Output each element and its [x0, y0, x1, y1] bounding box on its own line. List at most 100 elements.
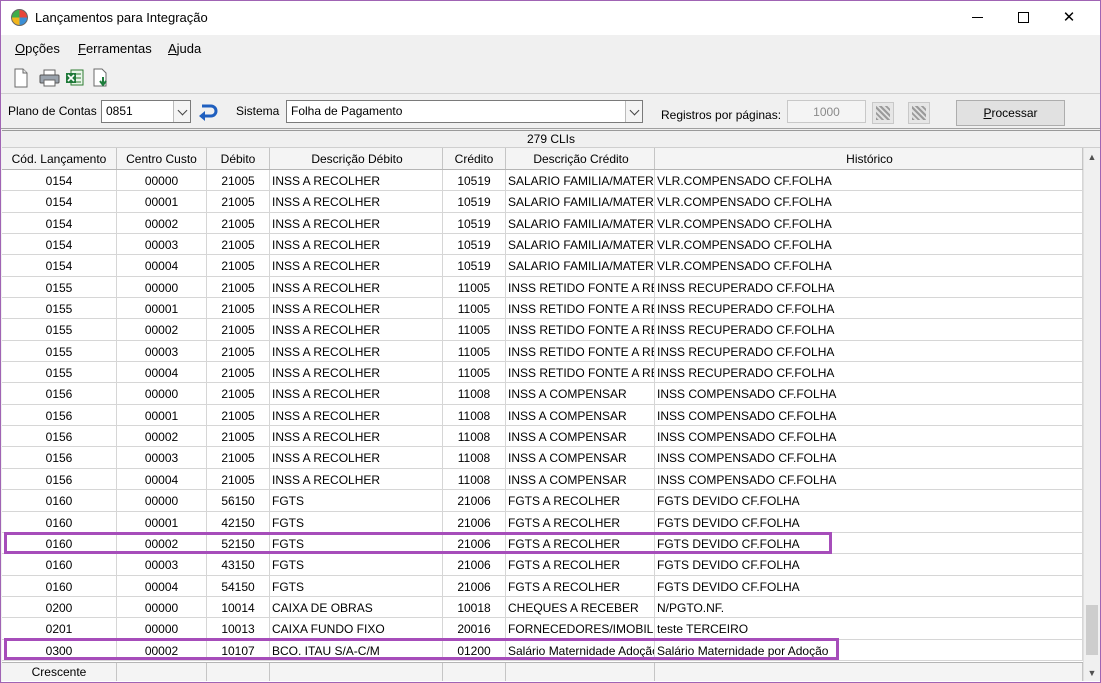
table-row[interactable]: 0156 00003 21005 INSS A RECOLHER 11008 INSS A… [2, 447, 1083, 469]
cell-cod-lancamento: 0155 [2, 340, 117, 362]
footer-cell [270, 663, 443, 681]
table-row[interactable]: 0155 00002 21005 INSS A RECOLHER 11005 INSS R… [2, 319, 1083, 341]
menu-ajuda-mnemonic: A [168, 41, 177, 56]
grid-pattern-icon-2[interactable] [908, 102, 930, 124]
cell-descricao-credito: SALARIO FAMILIA/MATERI [506, 191, 655, 212]
cell-debito: 21005 [207, 383, 270, 404]
grid-pattern-icon[interactable] [872, 102, 894, 124]
cell-historico: FGTS DEVIDO CF.FOLHA [655, 490, 1083, 511]
table-row[interactable]: 0160 00004 54150 FGTS 21006 FGTS A RECOLHER FG… [2, 575, 1083, 597]
sistema-select[interactable]: Folha de Pagamento [286, 100, 643, 123]
minimize-button[interactable] [954, 1, 1000, 33]
table-row[interactable]: 0154 00002 21005 INSS A RECOLHER 10519 SALARI… [2, 212, 1083, 235]
cell-centro-custo: 00000 [117, 276, 207, 298]
cell-credito: 11008 [443, 404, 506, 426]
cell-descricao-debito: INSS A RECOLHER [270, 468, 443, 490]
cell-cod-lancamento: 0156 [2, 383, 117, 404]
table-row[interactable]: 0201 00000 10013 CAIXA FUNDO FIXO 20016 FORNE… [2, 618, 1083, 640]
maximize-icon [1017, 11, 1029, 23]
menu-ferramentas[interactable]: Ferramentas [78, 41, 152, 56]
download-icon[interactable] [92, 68, 110, 88]
table-row[interactable]: 0154 00004 21005 INSS A RECOLHER 10519 SALARI… [2, 255, 1083, 277]
cell-descricao-debito: INSS A RECOLHER [270, 298, 443, 319]
table-row[interactable]: 0156 00000 21005 INSS A RECOLHER 11008 INSS A… [2, 383, 1083, 405]
table-row[interactable]: 0156 00002 21005 INSS A RECOLHER 11008 INSS A… [2, 426, 1083, 448]
table-row[interactable]: 0200 00000 10014 CAIXA DE OBRAS 10018 CHEQUES… [2, 596, 1083, 619]
table-row[interactable]: 0155 00003 21005 INSS A RECOLHER 11005 INSS R… [2, 340, 1083, 363]
cell-credito: 21006 [443, 575, 506, 596]
scroll-down-icon[interactable]: ▼ [1084, 664, 1100, 681]
cell-cod-lancamento: 0155 [2, 319, 117, 340]
scroll-thumb[interactable] [1086, 605, 1098, 655]
cell-centro-custo: 00004 [117, 255, 207, 276]
table-row[interactable]: 0300 00002 10107 BCO. ITAU S/A-C/M 01200 Salá… [2, 639, 1083, 661]
registros-input[interactable]: 1000 [787, 100, 866, 123]
column-header[interactable]: Centro Custo [117, 148, 207, 169]
table-row[interactable]: 0155 00000 21005 INSS A RECOLHER 11005 INSS R… [2, 276, 1083, 299]
export-excel-icon[interactable] [65, 68, 85, 88]
sistema-label: Sistema [236, 104, 280, 118]
menu-ajuda[interactable]: Ajuda [168, 41, 201, 56]
column-header[interactable]: Débito [207, 148, 270, 169]
column-header[interactable]: Crédito [443, 148, 506, 169]
cell-cod-lancamento: 0156 [2, 447, 117, 468]
cell-debito: 54150 [207, 575, 270, 596]
table-row[interactable]: 0154 00003 21005 INSS A RECOLHER 10519 SALARI… [2, 234, 1083, 256]
cell-centro-custo: 00003 [117, 340, 207, 362]
scroll-up-icon[interactable]: ▲ [1084, 148, 1100, 165]
cell-cod-lancamento: 0156 [2, 468, 117, 490]
print-icon[interactable] [39, 68, 61, 88]
menu-bar: Opções Ferramentas Ajuda [1, 35, 1100, 63]
column-header[interactable]: Cód. Lançamento [2, 148, 117, 169]
cell-cod-lancamento: 0160 [2, 575, 117, 596]
table-row[interactable]: 0155 00004 21005 INSS A RECOLHER 11005 INSS R… [2, 362, 1083, 384]
table-row[interactable]: 0160 00000 56150 FGTS 21006 FGTS A RECOLHER FG… [2, 490, 1083, 512]
cell-credito: 10519 [443, 212, 506, 234]
table-row[interactable]: 0156 00001 21005 INSS A RECOLHER 11008 INSS A… [2, 404, 1083, 427]
cell-descricao-credito: INSS RETIDO FONTE A REC [506, 319, 655, 340]
column-header[interactable]: Descrição Débito [270, 148, 443, 169]
close-button[interactable]: ✕ [1046, 1, 1092, 33]
processar-button[interactable]: Processar [956, 100, 1065, 126]
table-row[interactable]: 0160 00001 42150 FGTS 21006 FGTS A RECOLHER FG… [2, 511, 1083, 533]
menu-ajuda-label: juda [176, 41, 202, 56]
cell-credito: 11005 [443, 340, 506, 362]
table-row[interactable]: 0160 00002 52150 FGTS 21006 FGTS A RECOLHER FG… [2, 532, 1083, 555]
chevron-down-icon[interactable] [625, 101, 642, 122]
cell-debito: 21005 [207, 191, 270, 212]
menu-opcoes[interactable]: Opções [15, 41, 60, 56]
cell-historico: INSS RECUPERADO CF.FOLHA [655, 319, 1083, 340]
new-document-icon[interactable] [12, 68, 30, 88]
table-row[interactable]: 0160 00003 43150 FGTS 21006 FGTS A RECOLHER FG… [2, 554, 1083, 576]
table-row[interactable]: 0156 00004 21005 INSS A RECOLHER 11008 INSS A… [2, 468, 1083, 491]
cell-cod-lancamento: 0200 [2, 596, 117, 618]
cell-credito: 11005 [443, 362, 506, 383]
cell-centro-custo: 00001 [117, 191, 207, 212]
reload-icon[interactable] [196, 102, 218, 122]
table-row[interactable]: 0154 00001 21005 INSS A RECOLHER 10519 SALARI… [2, 191, 1083, 213]
cell-descricao-debito: INSS A RECOLHER [270, 362, 443, 383]
cell-centro-custo: 00001 [117, 404, 207, 426]
cell-historico: INSS RECUPERADO CF.FOLHA [655, 362, 1083, 383]
vertical-scrollbar[interactable]: ▲ ▼ [1083, 148, 1100, 681]
maximize-button[interactable] [1000, 1, 1046, 33]
chevron-down-icon[interactable] [173, 101, 190, 122]
table-row[interactable]: 0155 00001 21005 INSS A RECOLHER 11005 INSS R… [2, 298, 1083, 320]
cell-debito: 21005 [207, 319, 270, 340]
close-icon: ✕ [1062, 9, 1076, 26]
cell-historico: N/PGTO.NF. [655, 596, 1083, 618]
cell-centro-custo: 00003 [117, 447, 207, 468]
cell-descricao-debito: INSS A RECOLHER [270, 340, 443, 362]
plano-contas-select[interactable]: 0851 [101, 100, 191, 123]
footer-cell [655, 663, 1083, 681]
cell-descricao-debito: BCO. ITAU S/A-C/M [270, 639, 443, 660]
cell-cod-lancamento: 0154 [2, 212, 117, 234]
column-header[interactable]: Descrição Crédito [506, 148, 655, 169]
cell-cod-lancamento: 0154 [2, 191, 117, 212]
column-header[interactable]: Histórico [655, 148, 1083, 169]
minimize-icon [971, 16, 983, 18]
cell-historico: FGTS DEVIDO CF.FOLHA [655, 575, 1083, 596]
cell-descricao-debito: FGTS [270, 575, 443, 596]
cell-descricao-credito: FGTS A RECOLHER [506, 511, 655, 532]
table-row[interactable]: 0154 00000 21005 INSS A RECOLHER 10519 SALARI… [2, 170, 1083, 192]
